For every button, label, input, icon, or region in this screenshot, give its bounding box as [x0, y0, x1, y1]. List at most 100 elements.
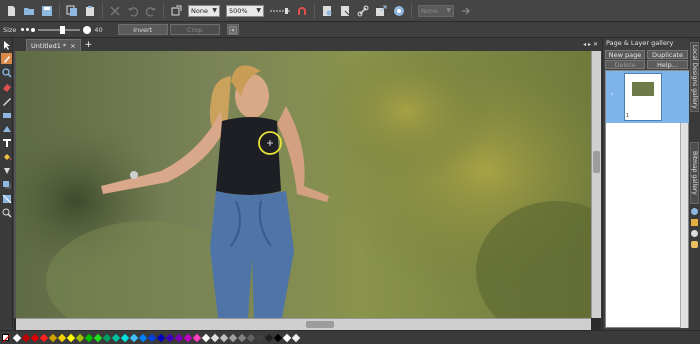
- color-swatch[interactable]: [57, 333, 66, 342]
- color-swatch[interactable]: [219, 333, 228, 342]
- bevel-tool-icon[interactable]: [1, 193, 12, 204]
- color-swatch[interactable]: [111, 333, 120, 342]
- open-folder-icon[interactable]: [22, 4, 36, 18]
- pen-tool-icon[interactable]: [1, 95, 12, 106]
- paste-icon[interactable]: [83, 4, 97, 18]
- color-swatch[interactable]: [66, 333, 75, 342]
- preview-icon[interactable]: [392, 4, 406, 18]
- slider-handle[interactable]: [60, 25, 66, 34]
- zoom-slider-icon[interactable]: [269, 4, 291, 18]
- scroll-thumb[interactable]: [306, 321, 334, 328]
- color-swatch[interactable]: [129, 333, 138, 342]
- color-swatch[interactable]: [93, 333, 102, 342]
- shadow-tool-icon[interactable]: [1, 179, 12, 190]
- brush-tiny-icon[interactable]: [21, 28, 25, 31]
- horizontal-scrollbar[interactable]: [16, 318, 591, 330]
- duplicate-button[interactable]: Duplicate: [647, 50, 688, 59]
- color-swatch[interactable]: [120, 333, 129, 342]
- export-icon[interactable]: [374, 4, 388, 18]
- mask-icon[interactable]: [226, 24, 239, 35]
- transparency-tool-icon[interactable]: [1, 165, 12, 176]
- disabled-select[interactable]: None ▼: [418, 4, 454, 17]
- delete-icon[interactable]: [108, 4, 122, 18]
- color-swatch[interactable]: [102, 333, 111, 342]
- save-icon[interactable]: [40, 4, 54, 18]
- page-list[interactable]: › 1: [605, 70, 690, 328]
- copy-icon[interactable]: [65, 4, 79, 18]
- invert-button[interactable]: Invert: [117, 24, 168, 35]
- scroll-thumb[interactable]: [593, 151, 600, 173]
- redo-icon[interactable]: [144, 4, 158, 18]
- color-swatch[interactable]: [174, 333, 183, 342]
- page-list-scrollbar[interactable]: [680, 123, 688, 328]
- tab-local-designs[interactable]: Local Designs gallery: [690, 42, 699, 112]
- tab-bitmap[interactable]: Bitmap gallery: [690, 142, 699, 204]
- gallery-icon[interactable]: [691, 241, 698, 248]
- color-swatch[interactable]: [255, 333, 264, 342]
- color-swatch[interactable]: [156, 333, 165, 342]
- color-swatch[interactable]: [282, 333, 291, 342]
- color-swatch[interactable]: [48, 333, 57, 342]
- mould-tool-icon[interactable]: [1, 207, 12, 218]
- color-swatch[interactable]: [228, 333, 237, 342]
- page-row-selected[interactable]: › 1: [606, 71, 690, 123]
- text-tool-icon[interactable]: [1, 137, 12, 148]
- selector-tool-icon[interactable]: [1, 39, 12, 50]
- brush-tool-icon[interactable]: [1, 53, 12, 64]
- color-swatch[interactable]: [138, 333, 147, 342]
- color-swatch[interactable]: [201, 333, 210, 342]
- color-swatch[interactable]: [84, 333, 93, 342]
- rectangle-tool-icon[interactable]: [1, 109, 12, 120]
- expand-icon[interactable]: ›: [611, 91, 613, 98]
- gallery-icon[interactable]: [691, 219, 698, 226]
- brush-medium-icon[interactable]: [31, 27, 36, 32]
- color-swatch[interactable]: [21, 333, 30, 342]
- help-button[interactable]: Help...: [647, 60, 688, 69]
- color-swatch[interactable]: [237, 333, 246, 342]
- fill-tool-icon[interactable]: [1, 151, 12, 162]
- new-tab-icon[interactable]: +: [85, 39, 93, 51]
- transform-icon[interactable]: [169, 4, 183, 18]
- zoom-select[interactable]: 500% ▼: [226, 4, 264, 17]
- magnet-icon[interactable]: [295, 4, 309, 18]
- color-swatch[interactable]: [210, 333, 219, 342]
- no-color-swatch[interactable]: [2, 334, 10, 342]
- color-swatch[interactable]: [39, 333, 48, 342]
- link-icon[interactable]: [356, 4, 370, 18]
- page-options-icon[interactable]: [320, 4, 334, 18]
- delete-button[interactable]: Delete: [605, 60, 645, 69]
- photo-canvas[interactable]: [16, 51, 591, 318]
- vertical-scrollbar[interactable]: [591, 51, 601, 318]
- tab-close-icon[interactable]: ×: [70, 42, 75, 50]
- color-swatch[interactable]: [246, 333, 255, 342]
- color-swatch[interactable]: [75, 333, 84, 342]
- arrow-right-icon[interactable]: [459, 4, 473, 18]
- brush-small-icon[interactable]: [26, 28, 30, 31]
- color-swatch[interactable]: [192, 333, 201, 342]
- color-swatch[interactable]: [12, 333, 21, 342]
- color-swatch[interactable]: [291, 333, 300, 342]
- new-document-icon[interactable]: [4, 4, 18, 18]
- brush-large-icon[interactable]: [83, 25, 92, 34]
- color-swatch[interactable]: [183, 333, 192, 342]
- crop-button[interactable]: Crop: [169, 24, 220, 35]
- color-swatch[interactable]: [273, 333, 282, 342]
- window-controls-icon[interactable]: ◂ ▸ ✕: [583, 39, 598, 51]
- new-page-button[interactable]: New page: [605, 50, 645, 59]
- gallery-icon[interactable]: [691, 208, 698, 215]
- color-swatch[interactable]: [264, 333, 273, 342]
- brush-size-slider[interactable]: [38, 25, 81, 34]
- fill-select[interactable]: None ▼: [188, 4, 220, 17]
- color-swatch[interactable]: [30, 333, 39, 342]
- shape-tool-icon[interactable]: [1, 123, 12, 134]
- tab-untitled1[interactable]: Untitled1 * ×: [26, 39, 81, 51]
- eraser-tool-icon[interactable]: [1, 81, 12, 92]
- color-swatch[interactable]: [165, 333, 174, 342]
- gallery-icon[interactable]: [691, 230, 698, 237]
- document-tab-bar: Untitled1 * × + ◂ ▸ ✕: [14, 38, 601, 51]
- page-thumbnail[interactable]: 1: [624, 73, 662, 121]
- color-swatch[interactable]: [147, 333, 156, 342]
- layer-options-icon[interactable]: [338, 4, 352, 18]
- zoom-tool-icon[interactable]: [1, 67, 12, 78]
- undo-icon[interactable]: [126, 4, 140, 18]
